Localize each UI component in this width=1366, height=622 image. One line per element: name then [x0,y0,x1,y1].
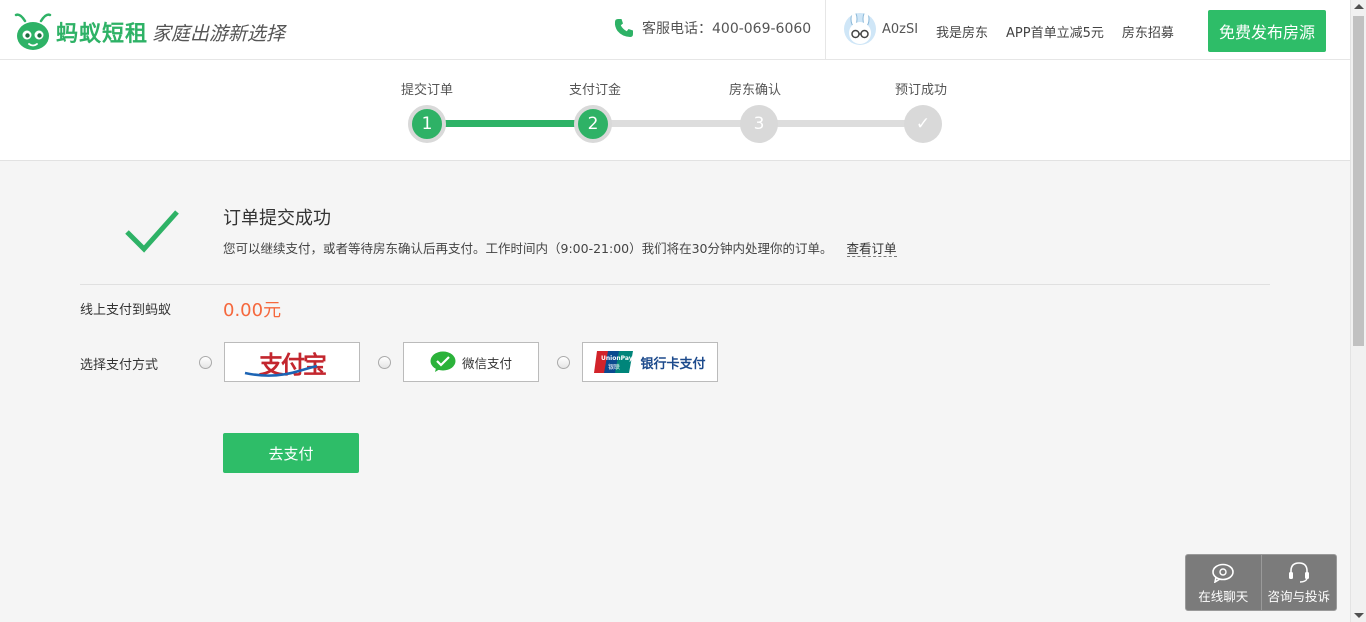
pay-option-unionpay[interactable]: UnionPay 银联 银行卡支付 [582,342,718,382]
nav-link-landlord[interactable]: 我是房东 [936,22,988,41]
progress-track-done [427,120,593,127]
svg-text:银联: 银联 [608,363,620,371]
pay-option-alipay[interactable]: 支付宝 [224,342,360,382]
header-divider [825,0,826,60]
page-scrollbar[interactable] [1350,0,1366,622]
section-divider [80,284,1270,285]
nav-link-app-promo[interactable]: APP首单立减5元 [1006,22,1104,41]
top-header: 蚂蚁短租 家庭出游新选择 客服电话：400-069-6060 A0zSI 我是房… [0,0,1350,60]
chat-bubble-icon [1212,563,1235,583]
nav-link-recruit[interactable]: 房东招募 [1122,22,1174,41]
header-nav: 我是房东 APP首单立减5元 房东招募 [936,22,1192,41]
amount-label: 线上支付到蚂蚁 [80,303,172,318]
alipay-logo-icon [244,364,318,377]
step-circle-1: 1 [408,105,446,143]
floating-service-panel: 在线聊天 咨询与投诉 [1185,554,1337,611]
success-description-text: 您可以继续支付，或者等待房东确认后再支付。工作时间内（9:00-21:00）我们… [223,241,833,256]
success-description: 您可以继续支付，或者等待房东确认后再支付。工作时间内（9:00-21:00）我们… [223,238,897,257]
scroll-down-arrow-icon[interactable] [1354,613,1364,618]
payment-method-label: 选择支付方式 [80,358,159,373]
unionpay-logo: UnionPay 银联 银行卡支付 [594,350,706,374]
online-chat-button[interactable]: 在线聊天 [1186,555,1261,610]
ant-logo-icon [14,13,52,50]
phone-icon [614,19,633,37]
success-title: 订单提交成功 [223,208,331,229]
step-circle-3: 3 [740,105,778,143]
avatar[interactable] [844,13,876,45]
headset-icon [1288,562,1309,583]
bunny-avatar-icon [849,13,871,44]
go-pay-button[interactable]: 去支付 [223,433,359,473]
order-progress: 提交订单 支付订金 房东确认 预订成功 1 2 3 ✓ [0,60,1350,161]
radio-alipay[interactable] [199,356,212,369]
scroll-thumb[interactable] [1353,16,1364,346]
brand-slogan: 家庭出游新选择 [152,22,286,45]
svg-text:UnionPay: UnionPay [601,355,633,362]
step-circle-4: ✓ [904,105,942,143]
site-logo[interactable]: 蚂蚁短租 家庭出游新选择 [14,10,285,54]
consult-complaint-button[interactable]: 咨询与投诉 [1260,555,1337,610]
step-label-success: 预订成功 [894,83,948,98]
step-label-submit: 提交订单 [400,83,454,98]
pay-option-wechat[interactable]: 微信支付 [403,342,539,382]
view-order-link[interactable]: 查看订单 [846,241,897,257]
scroll-up-arrow-icon[interactable] [1354,4,1364,9]
username[interactable]: A0zSI [882,22,918,37]
wechat-logo-icon [430,351,456,372]
online-chat-label: 在线聊天 [1198,589,1249,604]
wechat-logo: 微信支付 [430,351,512,373]
unionpay-logo-icon: UnionPay 银联 [594,351,634,373]
step-label-pay: 支付订金 [568,83,622,98]
success-check-icon [125,210,179,253]
user-menu[interactable]: A0zSI [844,13,918,45]
payment-amount: 0.00元 [223,300,282,321]
brand-name: 蚂蚁短租 [56,22,149,47]
hotline-text: 客服电话：400-069-6060 [642,21,812,37]
customer-hotline: 客服电话：400-069-6060 [614,18,811,38]
publish-listing-button[interactable]: 免费发布房源 [1208,10,1326,52]
radio-wechat[interactable] [378,356,391,369]
radio-unionpay[interactable] [557,356,570,369]
wechat-label: 微信支付 [461,355,512,371]
step-circle-2: 2 [574,105,612,143]
consult-complaint-label: 咨询与投诉 [1267,589,1330,604]
step-label-confirm: 房东确认 [728,83,782,98]
unionpay-label: 银行卡支付 [640,356,706,372]
